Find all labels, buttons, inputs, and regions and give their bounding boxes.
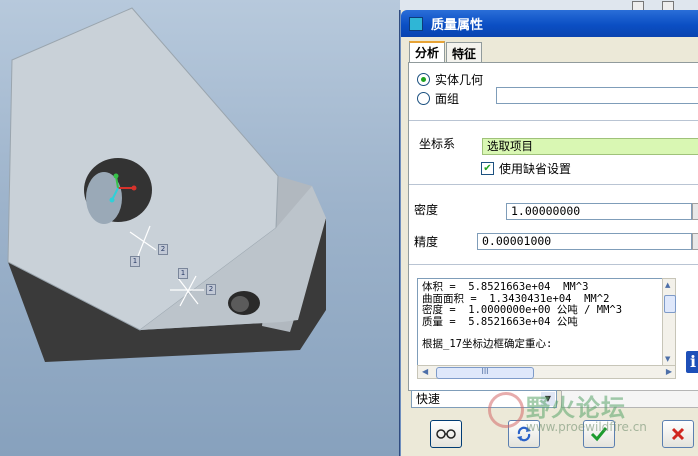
coord-system-collector[interactable]: 选取项目: [482, 138, 698, 155]
result-line-volume: 体积 = 5.8521663e+04 MM^3: [422, 281, 589, 293]
chevron-down-icon[interactable]: ▼: [541, 392, 555, 406]
radio-quilt[interactable]: 面组: [417, 90, 459, 107]
checkmark-icon: [590, 427, 608, 442]
divider: [409, 120, 698, 121]
scroll-thumb[interactable]: [664, 295, 676, 313]
repeat-button[interactable]: [508, 420, 540, 448]
scroll-right-arrow-icon[interactable]: ▶: [666, 367, 672, 376]
density-spinner[interactable]: [692, 203, 698, 220]
datum-tag: 2: [206, 284, 216, 295]
action-buttons: [401, 415, 698, 456]
radio-solid-geometry[interactable]: 实体几何: [417, 71, 483, 88]
radio-button[interactable]: [417, 73, 430, 86]
tab-feature[interactable]: 特征: [446, 42, 483, 64]
app-icon: [409, 16, 423, 31]
density-label: 密度: [414, 203, 439, 217]
result-line-mass: 质量 = 5.8521663e+04 公吨: [422, 315, 578, 328]
cancel-button[interactable]: [662, 420, 694, 448]
scroll-up-arrow-icon[interactable]: ▲: [665, 281, 670, 289]
precision-spinner[interactable]: [692, 233, 698, 250]
scroll-left-arrow-icon[interactable]: ◀: [422, 367, 428, 376]
results-vertical-scrollbar[interactable]: ▲ ▼: [662, 278, 676, 366]
mode-select[interactable]: 快速 ▼: [411, 390, 557, 408]
model-viewport[interactable]: 1 2 1 2: [0, 0, 400, 456]
dialog-title: 质量属性: [431, 18, 484, 33]
mode-select-value: 快速: [416, 392, 441, 406]
precision-label: 精度: [414, 235, 439, 249]
datum-tag: 1: [178, 268, 188, 279]
secondary-select: [561, 390, 698, 408]
datum-tag: 1: [130, 256, 140, 267]
part-model: [7, 7, 326, 362]
quilt-collector[interactable]: [496, 87, 698, 104]
info-icon[interactable]: i: [686, 351, 698, 373]
dialog-titlebar[interactable]: 质量属性: [401, 10, 698, 37]
tab-bar: 分析 特征: [409, 41, 483, 64]
glasses-icon: [436, 429, 456, 439]
results-horizontal-scrollbar[interactable]: ◀ III ▶: [417, 365, 676, 379]
coord-system-label: 坐标系: [419, 137, 456, 151]
analysis-panel: 实体几何 面组 坐标系 选取项目 ✔ 使用缺省设置 密度 1.00000000 …: [408, 62, 698, 391]
datum-tag: 2: [158, 244, 168, 255]
close-icon: [671, 427, 685, 441]
results-text-area[interactable]: 体积 = 5.8521663e+04 MM^3 曲面面积 = 1.3430431e…: [417, 278, 663, 366]
use-default-checkbox-row[interactable]: ✔ 使用缺省设置: [481, 160, 571, 177]
use-default-label: 使用缺省设置: [499, 162, 572, 176]
result-line-centroid: 根据_17坐标边框确定重心:: [422, 338, 553, 350]
scroll-thumb[interactable]: III: [436, 367, 534, 379]
radio-button[interactable]: [417, 92, 430, 105]
density-input[interactable]: 1.00000000: [506, 203, 692, 220]
result-line-density: 密度 = 1.0000000e+00 公吨 / MM^3: [422, 304, 623, 316]
ok-button[interactable]: [583, 420, 615, 448]
refresh-icon: [517, 426, 531, 442]
radio-label: 实体几何: [435, 73, 484, 87]
divider: [409, 184, 698, 185]
preview-button[interactable]: [430, 420, 462, 448]
mass-properties-dialog: 质量属性 分析 特征 实体几何 面组 坐标系 选取项目 ✔ 使用缺省设置 密度 …: [400, 10, 698, 456]
use-default-checkbox[interactable]: ✔: [481, 162, 494, 175]
tab-analysis[interactable]: 分析: [409, 41, 446, 63]
divider: [409, 264, 698, 265]
precision-input[interactable]: 0.00001000: [477, 233, 692, 250]
radio-label: 面组: [435, 92, 460, 106]
scroll-down-arrow-icon[interactable]: ▼: [665, 355, 670, 363]
